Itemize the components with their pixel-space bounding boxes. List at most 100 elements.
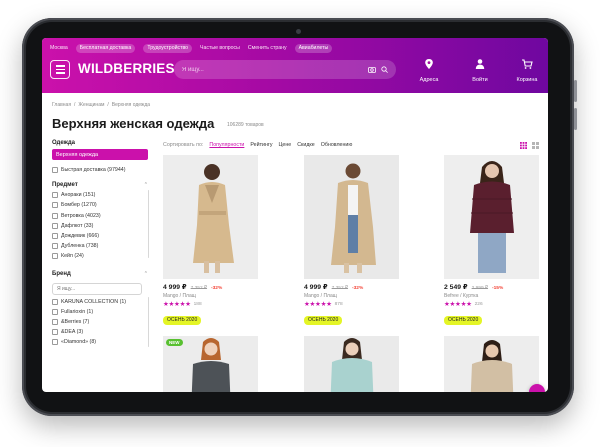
review-count: 188 (193, 301, 202, 307)
checkbox-icon (52, 329, 58, 336)
site-header: Москва Бесплатная доставка Трудоустройст… (42, 38, 548, 93)
sort-by-discount[interactable]: Скидке (297, 142, 315, 148)
avia-tickets-link[interactable]: Авиабилеты (294, 43, 333, 53)
product-card[interactable]: 2 549 ₽ 2 999 ₽ -15% Befree / Куртка ★★★… (444, 155, 539, 326)
product-card[interactable]: 4 999 ₽ 7 352 ₽ -32% Mango / Плащ ★★★★★ … (304, 155, 399, 326)
rating-stars-icon: ★★★★★ (163, 301, 191, 308)
free-delivery-link[interactable]: Бесплатная доставка (75, 43, 136, 53)
product-old-price: 2 999 ₽ (471, 286, 489, 291)
checkbox-icon (52, 167, 58, 174)
product-brand-name[interactable]: Mango / Плащ (304, 293, 399, 299)
subject-option[interactable]: Дафлкот (33) (52, 221, 148, 231)
product-card[interactable]: NEW (163, 336, 258, 392)
chevron-up-icon: ⌃ (143, 182, 148, 189)
product-image[interactable] (444, 155, 539, 279)
breadcrumb: Главная / Женщинам / Верхняя одежда (52, 102, 150, 108)
addresses-label: Адреса (419, 77, 439, 83)
subject-list-scrollbar[interactable] (147, 190, 149, 259)
category-filter-title: Одежда (52, 140, 75, 146)
change-country-link[interactable]: Сменить страну (248, 45, 287, 51)
logo[interactable]: WILDBERRIES (78, 61, 175, 76)
checkbox-icon (52, 298, 58, 305)
model-photo-mint-jacket (330, 338, 374, 392)
product-discount: -32% (352, 286, 364, 291)
product-price: 2 549 ₽ (444, 284, 468, 291)
active-category[interactable]: Верхняя одежда (52, 149, 148, 160)
product-rating: ★★★★★ 226 (444, 300, 539, 308)
product-card[interactable] (444, 336, 539, 392)
app-screen: Москва Бесплатная доставка Трудоустройст… (42, 38, 548, 392)
search-input[interactable] (182, 66, 368, 73)
product-price: 4 999 ₽ (304, 284, 328, 291)
sort-by-rating[interactable]: Рейтингу (250, 142, 272, 148)
location-pin-icon (425, 59, 433, 69)
menu-button[interactable] (50, 60, 70, 79)
brand-option[interactable]: «Diamond» (8) (52, 337, 148, 347)
product-card[interactable]: 4 999 ₽ 7 352 ₽ -32% Mango / Плащ ★★★★★ … (163, 155, 258, 326)
checkbox-icon (52, 233, 58, 240)
cart-button[interactable]: Корзина (514, 58, 540, 83)
subject-option[interactable]: Бомбер (1270) (52, 200, 148, 210)
product-card[interactable] (304, 336, 399, 392)
camera-search-icon[interactable] (368, 66, 376, 73)
model-photo-beige-coat (331, 163, 376, 273)
brand-option[interactable]: &Berries (7) (52, 317, 148, 327)
product-image[interactable] (304, 155, 399, 279)
checkbox-icon (52, 192, 58, 199)
filters-sidebar: Одежда Верхняя одежда Быстрая доставка (… (52, 140, 149, 348)
user-icon (475, 59, 485, 69)
breadcrumb-separator: / (107, 102, 109, 108)
brand-filter-list: KARUNA COLLECTION (1) Fullarioxin (1) &B… (52, 296, 149, 348)
price-row: 4 999 ₽ 7 352 ₽ -32% (163, 283, 258, 291)
checkbox-icon (52, 202, 58, 209)
subject-option[interactable]: Ветровка (4023) (52, 211, 148, 221)
subject-option[interactable]: Дождевик (666) (52, 231, 148, 241)
brand-option[interactable]: &DEA (3) (52, 327, 148, 337)
brand-filter-title[interactable]: Бренд ⌃ (52, 271, 148, 277)
breadcrumb-women[interactable]: Женщинам (78, 102, 104, 108)
checkbox-icon (52, 318, 58, 325)
product-image[interactable] (163, 155, 258, 279)
subject-option[interactable]: Дубленка (738) (52, 241, 148, 251)
jobs-link[interactable]: Трудоустройство (143, 43, 193, 53)
brand-search-input[interactable] (52, 282, 142, 295)
view-toggle (520, 142, 539, 149)
brand-option[interactable]: KARUNA COLLECTION (1) (52, 297, 148, 307)
search-icon[interactable] (381, 66, 388, 73)
product-brand-name[interactable]: Befree / Куртка (444, 293, 539, 299)
new-badge: NEW (166, 339, 183, 346)
login-button[interactable]: Войти (467, 58, 493, 83)
product-image[interactable] (304, 336, 399, 392)
product-discount: -32% (211, 286, 223, 291)
subject-option[interactable]: Анораки (151) (52, 190, 148, 200)
addresses-button[interactable]: Адреса (416, 58, 442, 83)
breadcrumb-current: Верхняя одежда (111, 102, 151, 108)
chat-button[interactable] (529, 384, 545, 392)
rating-stars-icon: ★★★★★ (304, 301, 332, 308)
large-grid-view-icon[interactable] (532, 142, 539, 149)
tablet-side-button (574, 108, 577, 130)
price-row: 4 999 ₽ 7 352 ₽ -32% (304, 283, 399, 291)
product-brand-name[interactable]: Mango / Плащ (163, 293, 258, 299)
city-link[interactable]: Москва (50, 45, 68, 51)
faq-link[interactable]: Частые вопросы (200, 45, 240, 51)
subject-filter-list: Анораки (151) Бомбер (1270) Ветровка (40… (52, 190, 149, 261)
breadcrumb-home[interactable]: Главная (52, 102, 71, 108)
chevron-up-icon: ⌃ (143, 270, 148, 277)
product-image[interactable]: NEW (163, 336, 258, 392)
subject-filter-title[interactable]: Предмет ⌃ (52, 182, 148, 188)
brand-option[interactable]: Fullarioxin (1) (52, 307, 148, 317)
sort-by-update[interactable]: Обновлению (321, 142, 353, 148)
sort-by-price[interactable]: Цене (278, 142, 291, 148)
checkbox-icon (52, 222, 58, 229)
checkbox-icon (52, 243, 58, 250)
product-image[interactable] (444, 336, 539, 392)
search-bar[interactable] (174, 60, 396, 79)
brand-list-scrollbar[interactable] (147, 296, 149, 347)
model-photo-beige-puffer (470, 340, 514, 392)
subject-option[interactable]: Кейп (24) (52, 251, 148, 261)
product-old-price: 7 352 ₽ (190, 286, 208, 291)
grid-view-icon[interactable] (520, 142, 527, 149)
fast-delivery-checkbox[interactable]: Быстрая доставка (97944) (52, 165, 148, 175)
sort-by-popularity[interactable]: Популярности (209, 142, 244, 148)
